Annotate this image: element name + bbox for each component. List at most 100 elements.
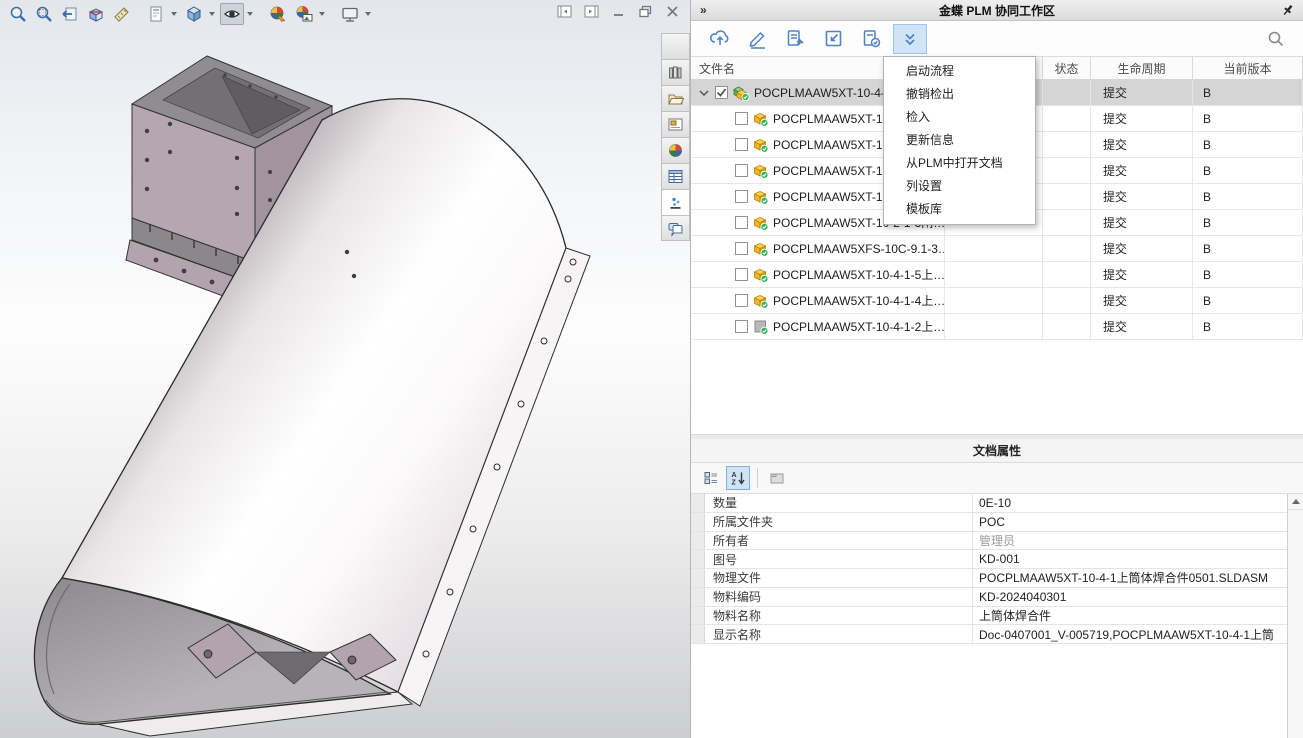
tab-solidworks-resources[interactable] (661, 33, 690, 59)
part-icon (752, 240, 769, 257)
svg-text:Z: Z (732, 480, 737, 487)
property-row[interactable]: 图号KD-001 (691, 550, 1303, 569)
row-checkbox[interactable] (735, 138, 748, 151)
check-in-icon[interactable] (817, 24, 851, 54)
apply-scene-icon[interactable] (292, 3, 316, 25)
row-checkbox[interactable] (735, 294, 748, 307)
property-row[interactable]: 所有者管理员 (691, 532, 1303, 551)
doc-properties-title: 文档属性 (691, 439, 1303, 463)
column-header-lifecycle[interactable]: 生命周期 (1091, 57, 1193, 79)
expand-chevron-icon[interactable] (697, 89, 711, 97)
column-header-status[interactable]: 状态 (1043, 57, 1091, 79)
chevron-down-icon[interactable] (319, 12, 325, 16)
chevron-down-icon[interactable] (209, 12, 215, 16)
version-cell: B (1193, 80, 1303, 105)
part-icon (752, 188, 769, 205)
tab-custom-properties[interactable] (661, 163, 690, 189)
tab-plm-workspace[interactable] (661, 189, 690, 215)
column-header-version[interactable]: 当前版本 (1193, 57, 1303, 79)
close-icon[interactable] (664, 4, 682, 20)
pin-icon[interactable] (1281, 3, 1295, 20)
property-row[interactable]: 显示名称Doc-0407001_V-005719,POCPLMAAW5XT-10… (691, 625, 1303, 644)
menu-item-start-process[interactable]: 启动流程 (884, 60, 1035, 83)
menu-item-template-library[interactable]: 模板库 (884, 198, 1035, 221)
document-check-icon[interactable] (855, 24, 889, 54)
cad-viewport[interactable] (0, 0, 690, 738)
tab-design-library[interactable] (661, 59, 690, 85)
row-checkbox[interactable] (735, 112, 748, 125)
upload-icon[interactable] (703, 24, 737, 54)
gray-part-icon (752, 318, 769, 335)
row-checkbox[interactable] (735, 242, 748, 255)
property-row[interactable]: 物料编码KD-2024040301 (691, 588, 1303, 607)
lifecycle-cell: 提交 (1091, 80, 1193, 105)
annotation-visibility-icon[interactable] (144, 3, 168, 25)
file-name: POCPLMAAW5XT-10 (773, 112, 889, 126)
edit-document-icon[interactable] (779, 24, 813, 54)
property-row[interactable]: 物理文件POCPLMAAW5XT-10-4-1上筒体焊合件0501.SLDASM (691, 569, 1303, 588)
properties-grid: 数量0E-10 所属文件夹POC 所有者管理员 图号KD-001 物理文件POC… (691, 494, 1303, 738)
categorized-icon[interactable] (699, 466, 723, 490)
row-checkbox[interactable] (735, 164, 748, 177)
hide-show-items-icon[interactable] (220, 3, 244, 25)
collapse-panel-icon[interactable]: » (700, 3, 707, 17)
file-name: POCPLMAAW5XT-10-4-1-5上… (773, 266, 944, 283)
edit-appearance-icon[interactable] (266, 3, 290, 25)
menu-item-column-settings[interactable]: 列设置 (884, 175, 1035, 198)
row-checkbox[interactable] (735, 216, 748, 229)
zoom-to-fit-icon[interactable] (6, 3, 30, 25)
more-actions-icon[interactable] (893, 24, 927, 54)
panel-title: 金蝶 PLM 协同工作区 (691, 2, 1303, 19)
zoom-to-area-icon[interactable] (32, 3, 56, 25)
plm-toolbar (691, 21, 1303, 57)
property-row[interactable]: 所属文件夹POC (691, 513, 1303, 532)
menu-item-update-info[interactable]: 更新信息 (884, 129, 1035, 152)
part-icon (752, 214, 769, 231)
pane-right-icon[interactable] (583, 4, 601, 20)
properties-toolbar: AZ (691, 463, 1303, 494)
heads-up-toolbar (6, 3, 374, 25)
task-pane-tabstrip (661, 33, 690, 241)
property-row[interactable]: 数量0E-10 (691, 494, 1303, 513)
table-row[interactable]: POCPLMAAW5XT-10-4-1-5上… 提交 B (691, 262, 1303, 288)
table-row[interactable]: POCPLMAAW5XFS-10C-9.1-3… 提交 B (691, 236, 1303, 262)
actions-dropdown-menu: 启动流程 撤销检出 检入 更新信息 从PLM中打开文档 列设置 模板库 (883, 56, 1036, 225)
tab-file-explorer[interactable] (661, 85, 690, 111)
menu-item-undo-checkout[interactable]: 撤销检出 (884, 83, 1035, 106)
file-name: POCPLMAAW5XT-10 (773, 164, 889, 178)
search-icon[interactable] (1263, 26, 1289, 52)
minimize-icon[interactable] (610, 4, 628, 20)
table-row[interactable]: POCPLMAAW5XT-10-4-1-2上… 提交 B (691, 314, 1303, 340)
table-row[interactable]: POCPLMAAW5XT-10-4-1-4上… 提交 B (691, 288, 1303, 314)
assembly-icon (732, 84, 750, 101)
sort-alphabetical-icon[interactable]: AZ (726, 466, 750, 490)
file-name: POCPLMAAW5XT-10-4-1-2上… (773, 318, 944, 335)
scroll-up-icon[interactable] (1288, 494, 1303, 510)
chevron-down-icon[interactable] (171, 12, 177, 16)
row-checkbox[interactable] (715, 86, 728, 99)
restore-icon[interactable] (637, 4, 655, 20)
menu-item-checkin[interactable]: 检入 (884, 106, 1035, 129)
property-pages-icon[interactable] (765, 466, 789, 490)
measure-icon[interactable] (110, 3, 134, 25)
3d-model-sheetmetal-assembly (0, 0, 690, 738)
file-name: POCPLMAAW5XT-10-4-1-4上… (773, 292, 944, 309)
view-settings-icon[interactable] (338, 3, 362, 25)
row-checkbox[interactable] (735, 190, 748, 203)
chevron-down-icon[interactable] (365, 12, 371, 16)
menu-item-open-from-plm[interactable]: 从PLM中打开文档 (884, 152, 1035, 175)
file-name: POCPLMAAW5XFS-10C-9.1-3… (773, 242, 944, 256)
property-row[interactable]: 物料名称上筒体焊合件 (691, 607, 1303, 626)
previous-view-icon[interactable] (58, 3, 82, 25)
tab-appearances[interactable] (661, 137, 690, 163)
tab-forum[interactable] (661, 215, 690, 241)
section-view-icon[interactable] (84, 3, 108, 25)
pane-left-icon[interactable] (556, 4, 574, 20)
row-checkbox[interactable] (735, 320, 748, 333)
vertical-scrollbar[interactable] (1287, 494, 1303, 738)
display-style-icon[interactable] (182, 3, 206, 25)
tab-view-palette[interactable] (661, 111, 690, 137)
edit-icon[interactable] (741, 24, 775, 54)
chevron-down-icon[interactable] (247, 12, 253, 16)
row-checkbox[interactable] (735, 268, 748, 281)
